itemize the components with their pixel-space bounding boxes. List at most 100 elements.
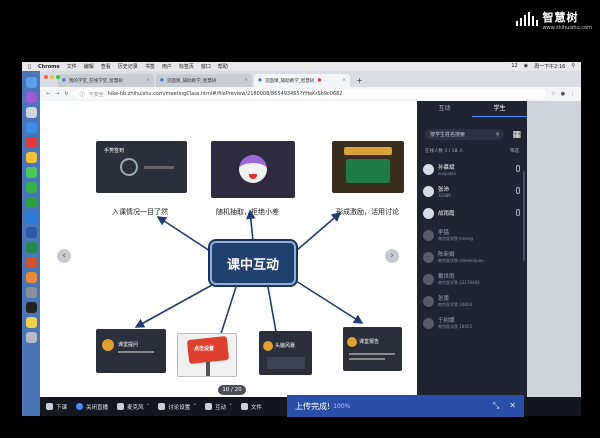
reload-icon[interactable]: ↻: [64, 91, 68, 97]
list-item[interactable]: 孙慕斌 sunjiabin: [417, 158, 527, 180]
menu-window[interactable]: 窗口: [201, 63, 211, 70]
back-icon[interactable]: ←: [46, 91, 50, 97]
end-class-button[interactable]: 下课: [46, 403, 67, 411]
arrow-bottom-1: [134, 284, 213, 328]
tab-students[interactable]: 学生: [472, 101, 527, 117]
wifi-icon[interactable]: ◉: [524, 63, 528, 70]
profile-icon[interactable]: ●: [561, 91, 565, 97]
checkin-bar: [144, 166, 174, 169]
list-item[interactable]: 陈新娟 南京医学院 chenxinjuan: [417, 246, 527, 268]
menu-people[interactable]: 用户: [162, 63, 172, 70]
bookmark-star-icon[interactable]: ☆: [551, 91, 555, 97]
list-item[interactable]: 李猛 南京医学院 limeng: [417, 224, 527, 246]
menu-app[interactable]: Chrome: [38, 64, 60, 70]
photos-icon[interactable]: [25, 272, 37, 283]
slide-area: ‹ › 手势签到 入课情况一目了然 随机抽取，拒绝小差 形成激励，活用讨论 课中…: [40, 101, 417, 397]
thumb-label: 手势签到: [104, 148, 125, 154]
toolbar-label: 文件: [250, 404, 262, 411]
menu-view[interactable]: 查看: [101, 63, 111, 70]
notes-icon[interactable]: [25, 317, 37, 328]
interaction-button[interactable]: 互动 ˅: [205, 403, 232, 411]
question-icon: [102, 339, 114, 351]
list-item[interactable]: 戴世雨 南京医学院 22170466: [417, 268, 527, 290]
chevron-down-icon[interactable]: ˅: [147, 404, 150, 410]
finder-icon[interactable]: [25, 77, 37, 88]
terminal-icon[interactable]: [25, 302, 37, 313]
tab-my-classroom[interactable]: ● 我的学堂_在线学堂_智慧树 ×: [58, 74, 154, 87]
microphone-icon[interactable]: [516, 187, 520, 194]
student-sub: sunjiabin: [438, 170, 457, 176]
apple-icon[interactable]: : [28, 64, 31, 70]
menu-tabs[interactable]: 标签页: [179, 63, 194, 70]
student-name: 戴世雨: [438, 274, 455, 280]
appstore-icon[interactable]: [25, 212, 37, 223]
prev-slide-button[interactable]: ‹: [57, 249, 71, 263]
chrome-icon[interactable]: [25, 152, 37, 163]
mail-icon[interactable]: [25, 137, 37, 148]
settings-icon[interactable]: [25, 287, 37, 298]
tab-close-icon[interactable]: ×: [342, 78, 346, 83]
trash-icon[interactable]: [25, 332, 37, 343]
tab-close-icon[interactable]: ×: [146, 78, 150, 83]
student-sub: 32389: [438, 192, 451, 198]
close-window-icon[interactable]: [44, 75, 48, 79]
info-icon[interactable]: ⓘ: [80, 91, 85, 98]
word-icon[interactable]: [25, 227, 37, 238]
list-item[interactable]: 于树娜 南京医学院 18455: [417, 312, 527, 334]
zoom-window-icon[interactable]: [56, 75, 60, 79]
url-input[interactable]: ⓘ 不安全 hike-hb.zhihuishu.com/meetingClass…: [73, 89, 547, 99]
tab-meeting-class-2[interactable]: ● 见面课_辅助教学_智慧树 ● ×: [254, 74, 350, 87]
messages-icon[interactable]: [25, 167, 37, 178]
clock[interactable]: 周一下午2:16: [534, 63, 565, 70]
stop-live-button[interactable]: 关闭直播: [76, 403, 108, 411]
minimize-window-icon[interactable]: [50, 75, 54, 79]
microphone-icon[interactable]: [516, 165, 520, 172]
expand-icon[interactable]: ⤡: [493, 401, 499, 411]
tab-label: 见面课_辅助教学_智慧树: [166, 78, 217, 84]
chevron-down-icon[interactable]: ˅: [229, 404, 232, 410]
mac-menubar:  Chrome 文件 编辑 查看 历史记录 书签 用户 标签页 窗口 帮助 1…: [22, 62, 581, 71]
chevron-down-icon[interactable]: ˅: [193, 404, 196, 410]
list-item[interactable]: 张沛 32389: [417, 180, 527, 202]
list-item[interactable]: 张蕾 南京医学院 16654: [417, 290, 527, 312]
next-slide-button[interactable]: ›: [385, 249, 399, 263]
new-tab-button[interactable]: +: [352, 74, 367, 87]
tab-close-icon[interactable]: ×: [244, 78, 248, 83]
battery-level: 12: [511, 63, 518, 69]
list-item[interactable]: 战雨霞: [417, 202, 527, 224]
qr-code-icon[interactable]: ▦: [512, 130, 521, 140]
url-text: hike-hb.zhihuishu.com/meetingClass.html#…: [107, 91, 343, 97]
thumb-brainstorm: 头脑风暴: [259, 331, 312, 375]
menu-file[interactable]: 文件: [67, 63, 77, 70]
file-button[interactable]: 文件: [240, 403, 262, 411]
safari-icon[interactable]: [25, 122, 37, 133]
menu-history[interactable]: 历史记录: [118, 63, 138, 70]
upload-percent: 100%: [333, 402, 351, 410]
wechat-icon[interactable]: [25, 197, 37, 208]
spotlight-icon[interactable]: ⚲: [571, 63, 575, 70]
arrow-top-right: [295, 211, 342, 252]
student-sub: 南京医学院 22170466: [438, 280, 480, 285]
student-search-input[interactable]: 按学生姓名搜索 ⚲: [425, 129, 505, 140]
siri-icon[interactable]: [25, 92, 37, 103]
forward-icon[interactable]: →: [55, 91, 59, 97]
menu-edit[interactable]: 编辑: [84, 63, 94, 70]
sidebar-scrollbar[interactable]: [523, 171, 525, 261]
tab-meeting-class-1[interactable]: ● 见面课_辅助教学_智慧树 ×: [156, 74, 252, 87]
powerpoint-icon[interactable]: [25, 257, 37, 268]
sidebar-tabs: 互动 学生: [417, 101, 527, 117]
menu-bookmarks[interactable]: 书签: [145, 63, 155, 70]
discussion-settings-button[interactable]: 讨论设置 ˅: [158, 403, 196, 411]
facetime-icon[interactable]: [25, 182, 37, 193]
microphone-button[interactable]: 麦克风 ˅: [117, 403, 149, 411]
filter-button[interactable]: 筛选: [510, 148, 519, 154]
close-icon[interactable]: ✕: [509, 401, 516, 411]
menu-help[interactable]: 帮助: [218, 63, 228, 70]
launchpad-icon[interactable]: [25, 107, 37, 118]
student-name: 战雨霞: [438, 211, 455, 217]
excel-icon[interactable]: [25, 242, 37, 253]
menu-dots-icon[interactable]: ⋮: [570, 91, 575, 97]
microphone-icon[interactable]: [516, 209, 520, 216]
tab-interaction[interactable]: 互动: [417, 101, 472, 117]
search-icon[interactable]: ⚲: [496, 132, 500, 138]
